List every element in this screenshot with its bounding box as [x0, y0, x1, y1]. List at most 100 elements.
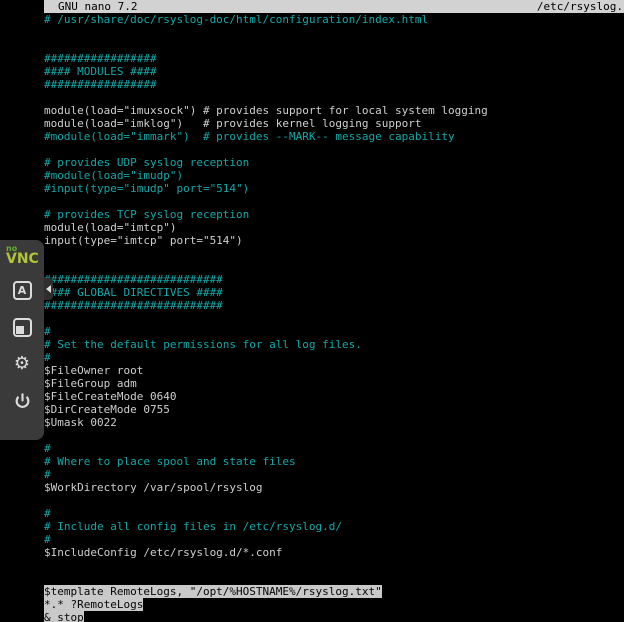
- comment-text: #################: [44, 52, 157, 65]
- editor-line: [44, 559, 624, 572]
- config-text: $WorkDirectory /var/spool/rsyslog: [44, 481, 263, 494]
- editor-line: # Include all config files in /etc/rsysl…: [44, 520, 624, 533]
- editor-line: #: [44, 351, 624, 364]
- editor-line: [44, 195, 624, 208]
- editor-line: [44, 39, 624, 52]
- settings-button[interactable]: ⚙: [9, 351, 35, 377]
- config-text: module(load="imklog") # provides kernel …: [44, 117, 422, 130]
- vnc-buttons: A ⚙: [0, 277, 44, 414]
- editor-line: #: [44, 442, 624, 455]
- editor-line: #################: [44, 52, 624, 65]
- comment-text: #: [44, 533, 51, 546]
- editor-line: *.* ?RemoteLogs: [44, 598, 624, 611]
- gear-icon: ⚙: [14, 355, 30, 373]
- editor-line: [44, 312, 624, 325]
- screen: { "colors": { "titlebar": "#d2d2d2", "co…: [0, 0, 624, 622]
- selected-text: *.* ?RemoteLogs: [44, 598, 143, 611]
- terminal-window: GNU nano 7.2 /etc/rsyslog. # /usr/share/…: [44, 0, 624, 622]
- fullscreen-button[interactable]: [9, 314, 35, 340]
- config-text: $FileCreateMode 0640: [44, 390, 176, 403]
- editor-line: $DirCreateMode 0755: [44, 403, 624, 416]
- config-text: module(load="imuxsock") # provides suppo…: [44, 104, 488, 117]
- comment-text: #### MODULES ####: [44, 65, 157, 78]
- config-text: input(type="imtcp" port="514"): [44, 234, 243, 247]
- editor-line: #: [44, 325, 624, 338]
- comment-text: #: [44, 442, 51, 455]
- selected-text: $template RemoteLogs, "/opt/%HOSTNAME%/r…: [44, 585, 382, 598]
- editor-line: ###########################: [44, 273, 624, 286]
- selected-text: & stop: [44, 611, 84, 622]
- comment-text: #module(load="immark") # provides --MARK…: [44, 130, 455, 143]
- comment-text: #: [44, 507, 51, 520]
- comment-text: # Set the default permissions for all lo…: [44, 338, 362, 351]
- fullscreen-icon: [13, 318, 32, 337]
- file-path: /etc/rsyslog.: [537, 0, 624, 13]
- editor-line: # /usr/share/doc/rsyslog-doc/html/config…: [44, 13, 624, 26]
- editor-line: & stop: [44, 611, 624, 622]
- comment-text: ###########################: [44, 273, 223, 286]
- novnc-logo-vnc: VNC: [6, 252, 44, 267]
- editor-line: #: [44, 468, 624, 481]
- editor-line: # Set the default permissions for all lo…: [44, 338, 624, 351]
- comment-text: #: [44, 325, 51, 338]
- nano-titlebar: GNU nano 7.2 /etc/rsyslog.: [44, 0, 624, 13]
- editor-line: #: [44, 533, 624, 546]
- config-text: $Umask 0022: [44, 416, 117, 429]
- comment-text: #input(type="imudp" port="514"): [44, 182, 249, 195]
- editor-line: #### GLOBAL DIRECTIVES ####: [44, 286, 624, 299]
- editor-line: #### MODULES ####: [44, 65, 624, 78]
- editor-line: # provides UDP syslog reception: [44, 156, 624, 169]
- editor-line: input(type="imtcp" port="514"): [44, 234, 624, 247]
- editor-line: #: [44, 507, 624, 520]
- control-bar-collapse-handle[interactable]: [44, 278, 53, 300]
- editor-content[interactable]: # /usr/share/doc/rsyslog-doc/html/config…: [44, 13, 624, 622]
- editor-line: [44, 572, 624, 585]
- editor-line: # provides TCP syslog reception: [44, 208, 624, 221]
- editor-line: $IncludeConfig /etc/rsyslog.d/*.conf: [44, 546, 624, 559]
- vnc-control-bar: no VNC A ⚙: [0, 240, 44, 440]
- config-text: module(load="imtcp"): [44, 221, 176, 234]
- comment-text: # provides TCP syslog reception: [44, 208, 249, 221]
- editor-line: $FileOwner root: [44, 364, 624, 377]
- left-arrow-icon: [46, 285, 51, 293]
- editor-line: [44, 494, 624, 507]
- editor-line: module(load="imuxsock") # provides suppo…: [44, 104, 624, 117]
- comment-text: #################: [44, 78, 157, 91]
- editor-line: #module(load="immark") # provides --MARK…: [44, 130, 624, 143]
- config-text: $FileGroup adm: [44, 377, 137, 390]
- power-icon: [14, 393, 31, 410]
- comment-text: #: [44, 351, 51, 364]
- editor-line: [44, 247, 624, 260]
- comment-text: #: [44, 468, 51, 481]
- config-text: $IncludeConfig /etc/rsyslog.d/*.conf: [44, 546, 282, 559]
- editor-line: $WorkDirectory /var/spool/rsyslog: [44, 481, 624, 494]
- editor-line: #################: [44, 78, 624, 91]
- disconnect-button[interactable]: [9, 388, 35, 414]
- novnc-logo: no VNC: [0, 240, 44, 267]
- editor-line: # Where to place spool and state files: [44, 455, 624, 468]
- editor-line: #input(type="imudp" port="514"): [44, 182, 624, 195]
- editor-line: [44, 260, 624, 273]
- a-key-icon: A: [13, 281, 32, 300]
- editor-line: $Umask 0022: [44, 416, 624, 429]
- editor-line: ###########################: [44, 299, 624, 312]
- comment-text: # Where to place spool and state files: [44, 455, 296, 468]
- editor-line: $FileGroup adm: [44, 377, 624, 390]
- editor-line: $FileCreateMode 0640: [44, 390, 624, 403]
- comment-text: # /usr/share/doc/rsyslog-doc/html/config…: [44, 13, 428, 26]
- extra-keys-button[interactable]: A: [9, 277, 35, 303]
- comment-text: # Include all config files in /etc/rsysl…: [44, 520, 342, 533]
- editor-line: #module(load="imudp"): [44, 169, 624, 182]
- comment-text: # provides UDP syslog reception: [44, 156, 249, 169]
- editor-line: module(load="imtcp"): [44, 221, 624, 234]
- nano-version-title: GNU nano 7.2: [58, 0, 137, 13]
- editor-line: module(load="imklog") # provides kernel …: [44, 117, 624, 130]
- config-text: $FileOwner root: [44, 364, 143, 377]
- editor-line: $template RemoteLogs, "/opt/%HOSTNAME%/r…: [44, 585, 624, 598]
- editor-line: [44, 26, 624, 39]
- editor-line: [44, 91, 624, 104]
- comment-text: #### GLOBAL DIRECTIVES ####: [44, 286, 223, 299]
- comment-text: ###########################: [44, 299, 223, 312]
- comment-text: #module(load="imudp"): [44, 169, 183, 182]
- config-text: $DirCreateMode 0755: [44, 403, 170, 416]
